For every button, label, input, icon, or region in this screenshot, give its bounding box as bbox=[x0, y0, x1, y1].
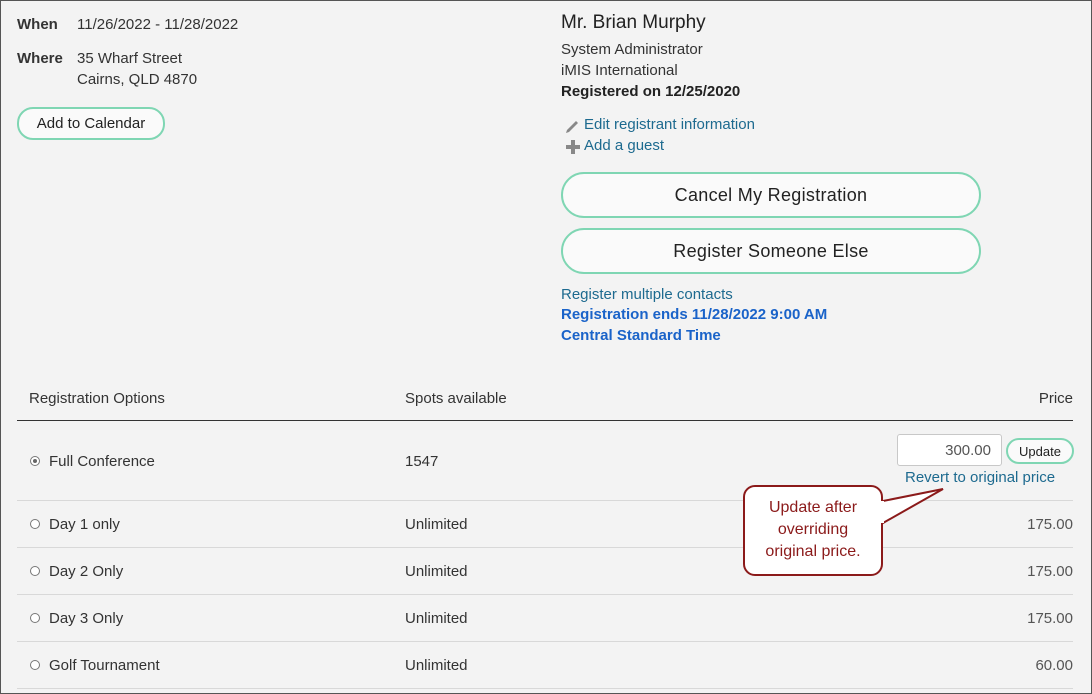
edit-registrant-link[interactable]: Edit registrant information bbox=[584, 116, 755, 133]
radio-icon[interactable] bbox=[30, 613, 40, 623]
registration-ends: Registration ends 11/28/2022 9:00 AM bbox=[561, 306, 828, 323]
option-name: Day 1 only bbox=[49, 516, 120, 533]
add-to-calendar-button[interactable]: Add to Calendar bbox=[17, 107, 165, 140]
price-value: 175.00 bbox=[1027, 563, 1073, 580]
header-price: Price bbox=[1038, 390, 1073, 407]
pencil-icon bbox=[565, 118, 581, 139]
header-divider bbox=[17, 420, 1073, 421]
when-label: When bbox=[17, 16, 58, 33]
where-label: Where bbox=[17, 50, 63, 67]
registration-panel: When 11/26/2022 - 11/28/2022 Where 35 Wh… bbox=[0, 0, 1092, 694]
spots-value: Unlimited bbox=[405, 610, 468, 627]
timezone: Central Standard Time bbox=[561, 327, 721, 344]
price-value: 175.00 bbox=[1027, 516, 1073, 533]
option-name: Day 2 Only bbox=[49, 563, 124, 580]
add-guest-link[interactable]: Add a guest bbox=[584, 137, 664, 154]
when-value: 11/26/2022 - 11/28/2022 bbox=[77, 16, 239, 33]
spots-value: 1547 bbox=[405, 453, 439, 470]
radio-icon[interactable] bbox=[30, 456, 40, 466]
radio-icon[interactable] bbox=[30, 660, 40, 670]
option-name: Day 3 Only bbox=[49, 610, 124, 627]
callout-line3: original price. bbox=[765, 543, 861, 560]
price-value: 60.00 bbox=[1035, 657, 1073, 674]
callout-line2: overriding bbox=[777, 521, 849, 538]
register-someone-else-button[interactable]: Register Someone Else bbox=[561, 228, 981, 274]
where-line1: 35 Wharf Street bbox=[77, 50, 183, 67]
update-button[interactable]: Update bbox=[1006, 438, 1074, 464]
registered-on: Registered on 12/25/2020 bbox=[561, 83, 741, 100]
row-divider bbox=[17, 641, 1073, 642]
registrant-org: iMIS International bbox=[561, 62, 678, 79]
registrant-title: System Administrator bbox=[561, 41, 703, 58]
header-registration-options: Registration Options bbox=[29, 390, 165, 407]
spots-value: Unlimited bbox=[405, 516, 468, 533]
registrant-name: Mr. Brian Murphy bbox=[561, 12, 706, 33]
callout-annotation: Update after overriding original price. bbox=[743, 485, 883, 576]
row-divider bbox=[17, 688, 1073, 689]
spots-value: Unlimited bbox=[405, 657, 468, 674]
header-spots-available: Spots available bbox=[405, 390, 507, 407]
option-name: Golf Tournament bbox=[49, 657, 160, 674]
where-line2: Cairns, QLD 4870 bbox=[77, 71, 198, 88]
option-name: Full Conference bbox=[49, 453, 155, 470]
radio-icon[interactable] bbox=[30, 566, 40, 576]
price-input[interactable] bbox=[897, 434, 1002, 466]
cancel-registration-button[interactable]: Cancel My Registration bbox=[561, 172, 981, 218]
row-divider bbox=[17, 547, 1073, 548]
spots-value: Unlimited bbox=[405, 563, 468, 580]
plus-icon bbox=[566, 140, 580, 159]
register-multiple-link[interactable]: Register multiple contacts bbox=[561, 286, 733, 303]
price-value: 175.00 bbox=[1027, 610, 1073, 627]
callout-line1: Update after bbox=[768, 499, 858, 516]
callout-joint bbox=[880, 501, 884, 523]
radio-icon[interactable] bbox=[30, 519, 40, 529]
row-divider bbox=[17, 594, 1073, 595]
